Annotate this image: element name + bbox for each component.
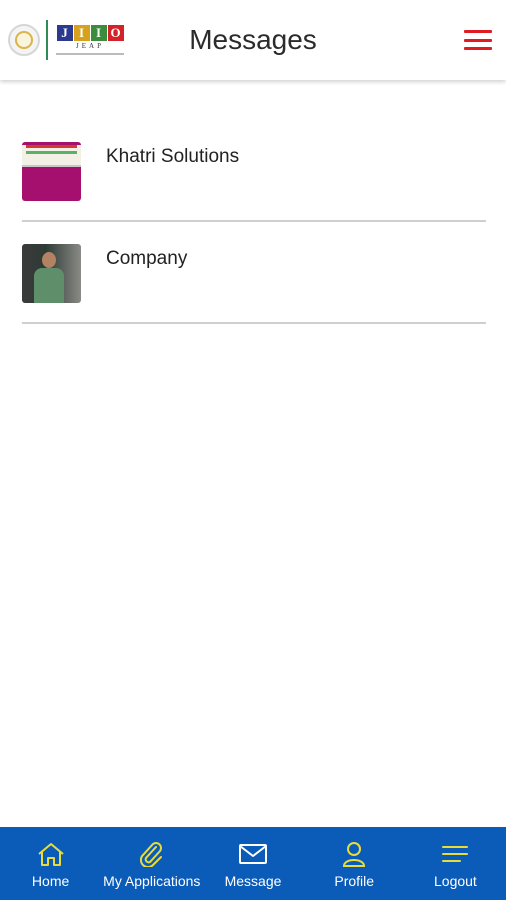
- tab-profile[interactable]: Profile: [304, 827, 405, 900]
- user-icon: [343, 842, 366, 867]
- paperclip-icon: [139, 842, 162, 867]
- avatar: [22, 244, 81, 303]
- hamburger-menu-icon[interactable]: [464, 30, 492, 50]
- app-header: J I I O JEAP Messages: [0, 0, 506, 80]
- tab-label: Message: [224, 873, 282, 889]
- tab-message[interactable]: Message: [202, 827, 303, 900]
- page-title: Messages: [189, 24, 317, 55]
- list-item-khatri-solutions[interactable]: Khatri Solutions: [22, 120, 486, 222]
- conversation-name: Khatri Solutions: [106, 146, 240, 167]
- message-list: Khatri Solutions Company: [22, 120, 486, 324]
- tab-label: Logout: [434, 873, 477, 889]
- menu-lines-icon: [442, 846, 469, 862]
- tab-label: Profile: [334, 873, 375, 889]
- tab-logout[interactable]: Logout: [405, 827, 506, 900]
- tab-home[interactable]: Home: [0, 827, 101, 900]
- bottom-tab-bar: Home My Applications Message Profile Log…: [0, 827, 506, 900]
- list-item-company[interactable]: Company: [22, 222, 486, 324]
- tab-my-applications[interactable]: My Applications: [101, 827, 202, 900]
- tab-label: My Applications: [103, 873, 201, 889]
- mail-icon: [239, 844, 267, 864]
- home-icon: [37, 843, 64, 866]
- company-thumbnail: [22, 142, 81, 201]
- conversation-name: Company: [106, 248, 188, 269]
- tab-label: Home: [31, 873, 70, 889]
